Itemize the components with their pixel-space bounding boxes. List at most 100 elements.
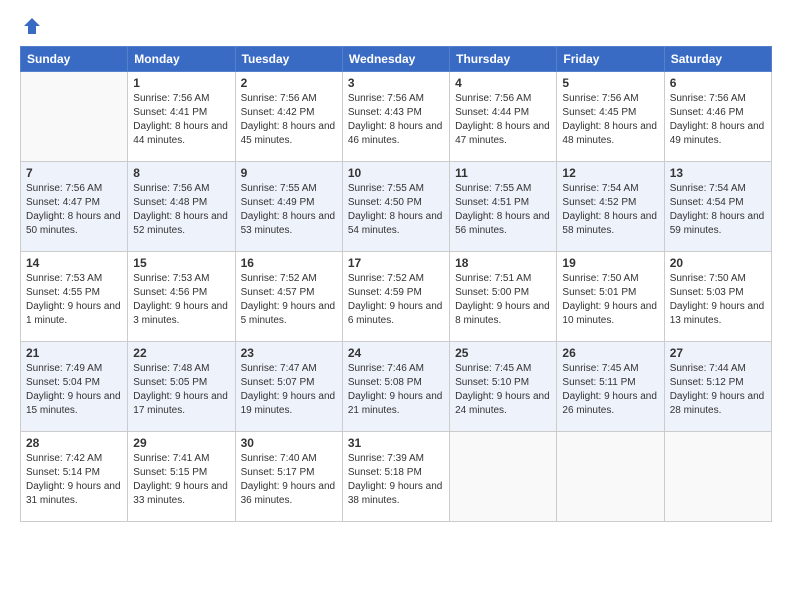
day-info: Sunrise: 7:56 AMSunset: 4:43 PMDaylight:… xyxy=(348,92,444,148)
day-number: 24 xyxy=(348,346,444,360)
day-info: Sunrise: 7:52 AMSunset: 4:59 PMDaylight:… xyxy=(348,272,444,328)
day-number: 21 xyxy=(26,346,122,360)
day-number: 15 xyxy=(133,256,229,270)
day-info: Sunrise: 7:50 AMSunset: 5:03 PMDaylight:… xyxy=(670,272,766,328)
day-info: Sunrise: 7:53 AMSunset: 4:56 PMDaylight:… xyxy=(133,272,229,328)
day-info: Sunrise: 7:50 AMSunset: 5:01 PMDaylight:… xyxy=(562,272,658,328)
calendar-cell: 25 Sunrise: 7:45 AMSunset: 5:10 PMDaylig… xyxy=(450,342,557,432)
day-header-monday: Monday xyxy=(128,47,235,72)
calendar-cell xyxy=(557,432,664,522)
calendar-cell: 3 Sunrise: 7:56 AMSunset: 4:43 PMDayligh… xyxy=(342,72,449,162)
day-header-sunday: Sunday xyxy=(21,47,128,72)
day-info: Sunrise: 7:56 AMSunset: 4:45 PMDaylight:… xyxy=(562,92,658,148)
calendar-cell: 23 Sunrise: 7:47 AMSunset: 5:07 PMDaylig… xyxy=(235,342,342,432)
day-number: 12 xyxy=(562,166,658,180)
header xyxy=(20,16,772,36)
calendar-cell: 24 Sunrise: 7:46 AMSunset: 5:08 PMDaylig… xyxy=(342,342,449,432)
day-header-friday: Friday xyxy=(557,47,664,72)
calendar-cell: 27 Sunrise: 7:44 AMSunset: 5:12 PMDaylig… xyxy=(664,342,771,432)
day-number: 26 xyxy=(562,346,658,360)
day-info: Sunrise: 7:40 AMSunset: 5:17 PMDaylight:… xyxy=(241,452,337,508)
day-number: 13 xyxy=(670,166,766,180)
calendar-week-row: 28 Sunrise: 7:42 AMSunset: 5:14 PMDaylig… xyxy=(21,432,772,522)
day-number: 8 xyxy=(133,166,229,180)
calendar-cell xyxy=(450,432,557,522)
calendar-cell: 31 Sunrise: 7:39 AMSunset: 5:18 PMDaylig… xyxy=(342,432,449,522)
calendar-table: SundayMondayTuesdayWednesdayThursdayFrid… xyxy=(20,46,772,522)
day-number: 28 xyxy=(26,436,122,450)
calendar-cell: 30 Sunrise: 7:40 AMSunset: 5:17 PMDaylig… xyxy=(235,432,342,522)
day-number: 19 xyxy=(562,256,658,270)
day-info: Sunrise: 7:56 AMSunset: 4:47 PMDaylight:… xyxy=(26,182,122,238)
calendar-week-row: 14 Sunrise: 7:53 AMSunset: 4:55 PMDaylig… xyxy=(21,252,772,342)
day-info: Sunrise: 7:56 AMSunset: 4:46 PMDaylight:… xyxy=(670,92,766,148)
day-number: 14 xyxy=(26,256,122,270)
day-header-wednesday: Wednesday xyxy=(342,47,449,72)
calendar-week-row: 7 Sunrise: 7:56 AMSunset: 4:47 PMDayligh… xyxy=(21,162,772,252)
calendar-cell: 9 Sunrise: 7:55 AMSunset: 4:49 PMDayligh… xyxy=(235,162,342,252)
calendar-cell: 17 Sunrise: 7:52 AMSunset: 4:59 PMDaylig… xyxy=(342,252,449,342)
day-info: Sunrise: 7:51 AMSunset: 5:00 PMDaylight:… xyxy=(455,272,551,328)
day-info: Sunrise: 7:41 AMSunset: 5:15 PMDaylight:… xyxy=(133,452,229,508)
day-info: Sunrise: 7:55 AMSunset: 4:49 PMDaylight:… xyxy=(241,182,337,238)
day-info: Sunrise: 7:55 AMSunset: 4:50 PMDaylight:… xyxy=(348,182,444,238)
day-number: 29 xyxy=(133,436,229,450)
day-number: 18 xyxy=(455,256,551,270)
day-header-thursday: Thursday xyxy=(450,47,557,72)
calendar-cell: 21 Sunrise: 7:49 AMSunset: 5:04 PMDaylig… xyxy=(21,342,128,432)
day-number: 9 xyxy=(241,166,337,180)
calendar-cell: 28 Sunrise: 7:42 AMSunset: 5:14 PMDaylig… xyxy=(21,432,128,522)
calendar-cell: 29 Sunrise: 7:41 AMSunset: 5:15 PMDaylig… xyxy=(128,432,235,522)
day-number: 31 xyxy=(348,436,444,450)
calendar-cell: 10 Sunrise: 7:55 AMSunset: 4:50 PMDaylig… xyxy=(342,162,449,252)
day-info: Sunrise: 7:55 AMSunset: 4:51 PMDaylight:… xyxy=(455,182,551,238)
day-info: Sunrise: 7:42 AMSunset: 5:14 PMDaylight:… xyxy=(26,452,122,508)
calendar-header-row: SundayMondayTuesdayWednesdayThursdayFrid… xyxy=(21,47,772,72)
calendar-week-row: 21 Sunrise: 7:49 AMSunset: 5:04 PMDaylig… xyxy=(21,342,772,432)
calendar-cell: 20 Sunrise: 7:50 AMSunset: 5:03 PMDaylig… xyxy=(664,252,771,342)
calendar-cell: 1 Sunrise: 7:56 AMSunset: 4:41 PMDayligh… xyxy=(128,72,235,162)
logo xyxy=(20,16,42,36)
day-number: 4 xyxy=(455,76,551,90)
calendar-cell: 7 Sunrise: 7:56 AMSunset: 4:47 PMDayligh… xyxy=(21,162,128,252)
calendar-cell: 13 Sunrise: 7:54 AMSunset: 4:54 PMDaylig… xyxy=(664,162,771,252)
day-info: Sunrise: 7:56 AMSunset: 4:48 PMDaylight:… xyxy=(133,182,229,238)
calendar-cell: 26 Sunrise: 7:45 AMSunset: 5:11 PMDaylig… xyxy=(557,342,664,432)
day-number: 5 xyxy=(562,76,658,90)
calendar-cell: 16 Sunrise: 7:52 AMSunset: 4:57 PMDaylig… xyxy=(235,252,342,342)
day-number: 20 xyxy=(670,256,766,270)
day-number: 7 xyxy=(26,166,122,180)
logo-icon xyxy=(22,16,42,36)
calendar-body: 1 Sunrise: 7:56 AMSunset: 4:41 PMDayligh… xyxy=(21,72,772,522)
day-info: Sunrise: 7:48 AMSunset: 5:05 PMDaylight:… xyxy=(133,362,229,418)
day-info: Sunrise: 7:53 AMSunset: 4:55 PMDaylight:… xyxy=(26,272,122,328)
calendar-cell xyxy=(664,432,771,522)
calendar-cell: 8 Sunrise: 7:56 AMSunset: 4:48 PMDayligh… xyxy=(128,162,235,252)
calendar-cell: 4 Sunrise: 7:56 AMSunset: 4:44 PMDayligh… xyxy=(450,72,557,162)
day-number: 2 xyxy=(241,76,337,90)
day-number: 23 xyxy=(241,346,337,360)
day-info: Sunrise: 7:45 AMSunset: 5:11 PMDaylight:… xyxy=(562,362,658,418)
calendar-week-row: 1 Sunrise: 7:56 AMSunset: 4:41 PMDayligh… xyxy=(21,72,772,162)
calendar-cell: 5 Sunrise: 7:56 AMSunset: 4:45 PMDayligh… xyxy=(557,72,664,162)
day-number: 25 xyxy=(455,346,551,360)
day-number: 1 xyxy=(133,76,229,90)
day-info: Sunrise: 7:56 AMSunset: 4:44 PMDaylight:… xyxy=(455,92,551,148)
calendar-cell: 12 Sunrise: 7:54 AMSunset: 4:52 PMDaylig… xyxy=(557,162,664,252)
day-info: Sunrise: 7:49 AMSunset: 5:04 PMDaylight:… xyxy=(26,362,122,418)
calendar-cell: 2 Sunrise: 7:56 AMSunset: 4:42 PMDayligh… xyxy=(235,72,342,162)
day-number: 17 xyxy=(348,256,444,270)
day-number: 16 xyxy=(241,256,337,270)
day-info: Sunrise: 7:46 AMSunset: 5:08 PMDaylight:… xyxy=(348,362,444,418)
calendar-cell: 18 Sunrise: 7:51 AMSunset: 5:00 PMDaylig… xyxy=(450,252,557,342)
calendar-cell: 15 Sunrise: 7:53 AMSunset: 4:56 PMDaylig… xyxy=(128,252,235,342)
day-header-saturday: Saturday xyxy=(664,47,771,72)
calendar-cell: 14 Sunrise: 7:53 AMSunset: 4:55 PMDaylig… xyxy=(21,252,128,342)
day-number: 3 xyxy=(348,76,444,90)
day-info: Sunrise: 7:56 AMSunset: 4:42 PMDaylight:… xyxy=(241,92,337,148)
day-number: 6 xyxy=(670,76,766,90)
day-number: 11 xyxy=(455,166,551,180)
day-info: Sunrise: 7:56 AMSunset: 4:41 PMDaylight:… xyxy=(133,92,229,148)
day-info: Sunrise: 7:45 AMSunset: 5:10 PMDaylight:… xyxy=(455,362,551,418)
day-number: 22 xyxy=(133,346,229,360)
